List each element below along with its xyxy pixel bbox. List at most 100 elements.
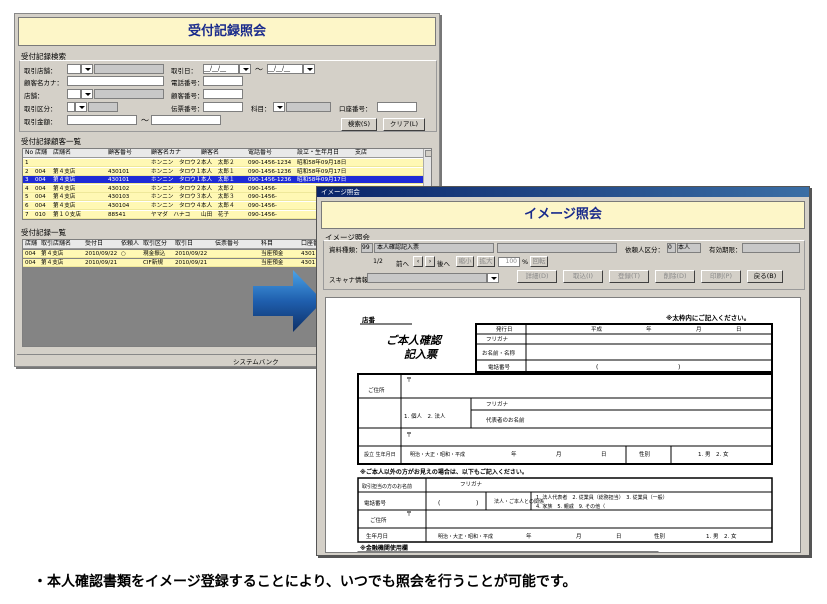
phone-input[interactable] — [203, 76, 243, 86]
txn-date-to-input[interactable]: __/__/__ — [267, 64, 303, 74]
form-rep-name: 代表者のお名前 — [486, 416, 525, 424]
txn-amount-to-input[interactable] — [151, 115, 221, 125]
customer-cell: 昭和58年09月18日 — [297, 160, 347, 166]
customer-cell: 430103 — [108, 194, 130, 201]
store-code-field[interactable] — [67, 89, 81, 99]
account-no-input[interactable] — [377, 102, 417, 112]
item-name-field — [286, 102, 331, 112]
image-action-button[interactable]: 印刷(P) — [701, 270, 741, 283]
branch-name-field — [94, 64, 164, 74]
form-birth-month: 月 — [556, 451, 562, 458]
customer-no-input[interactable] — [203, 89, 243, 99]
voucher-no-input[interactable] — [203, 102, 243, 112]
record-cell: 2010/09/21 — [85, 259, 118, 266]
image-action-button[interactable]: 登録(T) — [609, 270, 649, 283]
prev-page-label: 前へ — [396, 260, 409, 268]
form-agent-birth: 生年月日 — [366, 532, 388, 540]
form-birth-day: 日 — [601, 451, 607, 458]
branch-code-field[interactable] — [67, 64, 81, 74]
record-cell: 当座預金 — [261, 251, 284, 257]
form-box — [357, 551, 659, 552]
customer-cell: 2 — [25, 168, 29, 175]
record-list-label: 受付記録一覧 — [21, 228, 66, 237]
next-page-button[interactable]: › — [425, 256, 435, 267]
form-top-note: ※太枠内にご記入ください。 — [666, 313, 750, 322]
image-action-button[interactable]: 削除(D) — [655, 270, 695, 283]
customer-cell: 本人 太郎３ — [201, 194, 235, 201]
customer-cell: 7 — [25, 211, 29, 218]
form-postal-mark-3: 〒 — [406, 511, 412, 518]
image-action-button[interactable]: 戻る(B) — [747, 270, 783, 283]
scanner-info-field — [367, 273, 487, 283]
form-eras: 明治・大正・昭和・平成 — [410, 451, 465, 458]
account-no-label: 口座番号： — [339, 105, 372, 113]
zoom-out-button[interactable]: 縮小 — [456, 256, 474, 267]
store-name-field — [94, 89, 164, 99]
customer-cell: 3 — [25, 177, 29, 184]
customer-cell: 004 — [35, 177, 46, 184]
txn-type-name-field — [88, 102, 118, 112]
customer-cell: 本人 太郎２ — [201, 185, 235, 192]
customer-kana-label: 顧客名カナ： — [24, 79, 63, 87]
customer-cell: ホンニン タロウ１ — [151, 168, 201, 175]
customer-cell: ホンニン タロウ１ — [151, 177, 201, 184]
customer-row[interactable]: 3 004 第４支店 430101 ホンニン タロウ１ 本人 太郎１ 090-1456-12… — [23, 176, 431, 185]
txn-type-dropdown[interactable] — [75, 102, 87, 112]
customer-cell: 第４支店 — [53, 203, 76, 209]
record-cell: 2010/09/22 — [85, 251, 118, 257]
form-shop-label: 店番 — [362, 315, 376, 324]
txn-date-to-dropdown[interactable] — [303, 64, 315, 74]
txn-date-from-dropdown[interactable] — [239, 64, 251, 74]
customer-cell: 本人 太郎４ — [201, 203, 235, 209]
record-cell: 2010/09/22 — [175, 251, 208, 257]
scanner-info-dropdown[interactable] — [487, 273, 499, 283]
form-box — [475, 323, 773, 373]
item-dropdown[interactable] — [273, 102, 285, 112]
form-phone-paren-open: ( — [596, 364, 598, 371]
doc-type-label: 資料種類： — [329, 246, 362, 254]
image-action-button[interactable]: 詳細(D) — [517, 270, 557, 283]
requester-code-field: 0 — [667, 243, 676, 253]
customer-cell: 430102 — [108, 185, 130, 192]
customer-cell: 第４支店 — [53, 185, 76, 192]
store-dropdown[interactable] — [81, 89, 93, 99]
search-button[interactable]: 検索(S) — [341, 118, 377, 131]
customer-cell: 昭和58年09月17日 — [297, 168, 347, 175]
form-agent-paren-open: ( — [438, 500, 440, 507]
customer-row[interactable]: 2 004 第４支店 430101 ホンニン タロウ１ 本人 太郎１ 090-1456-12… — [23, 167, 431, 176]
txn-amount-from-input[interactable] — [67, 115, 137, 125]
prev-page-button[interactable]: ‹ — [413, 256, 423, 267]
zoom-in-button[interactable]: 拡大 — [477, 256, 495, 267]
record-cell: 第４支店 — [41, 259, 64, 266]
branch-dropdown[interactable] — [81, 64, 93, 74]
document-image-viewer[interactable]: 店番 ご本人確認 記入票 ※太枠内にご記入ください。 発行日 平成年月日フリガナ お名前・名… — [325, 297, 801, 553]
txn-date-from-input[interactable]: __/__/__ — [203, 64, 239, 74]
record-col-header: 取引区分 — [143, 240, 168, 247]
customer-cell: 004 — [35, 194, 46, 201]
record-col-header: 店舗 — [25, 240, 38, 247]
zoom-unit: % — [522, 258, 529, 266]
record-cell: ○ — [121, 251, 126, 257]
record-col-header: 伝票番号 — [215, 240, 240, 247]
txn-type-code-field[interactable] — [67, 102, 75, 112]
rotate-button[interactable]: 回転 — [530, 256, 548, 267]
customer-row[interactable]: 1 ホンニン タロウ２ 本人 太郎２ 090-1456-1234 昭和58年09月18日 — [23, 159, 431, 167]
form-year: 年 — [646, 325, 652, 333]
customer-col-header: 設立・生年月日 — [297, 149, 340, 156]
form-phone-paren-close: ) — [678, 364, 680, 371]
customer-cell: 090-1456-1234 — [248, 160, 292, 166]
customer-list-label: 受付記録顧客一覧 — [21, 137, 81, 146]
form-title-1: ご本人確認 — [386, 334, 443, 347]
form-issue-date: 発行日 — [496, 325, 513, 333]
customer-cell: ホンニン タロウ２ — [151, 185, 201, 192]
customer-kana-input[interactable] — [67, 76, 164, 86]
form-agent-furigana: フリガナ — [460, 480, 483, 488]
customer-list-header: No 店舗 店舗名 顧客番号 顧客名カナ 顧客名 電話番号 設立・生年月日 支店 — [23, 149, 431, 158]
zoom-input[interactable]: 100 — [498, 257, 520, 267]
customer-col-header: 電話番号 — [248, 149, 273, 156]
record-cell: 004 — [25, 259, 36, 266]
clear-button[interactable]: クリア(L) — [383, 118, 425, 131]
form-relation-values-1: 1. 法人代表者 2. 従業員（総務担当） 3. 従業員（一般） — [536, 494, 668, 501]
image-action-button[interactable]: 取込(I) — [563, 270, 603, 283]
record-col-header: 取引店舗名 — [41, 240, 72, 247]
